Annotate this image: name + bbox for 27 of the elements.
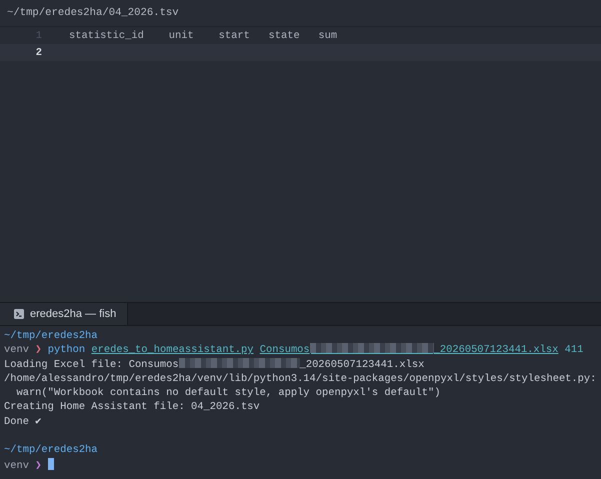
output-text: _20260507123441.xlsx [300,358,424,371]
output-text: warn("Workbook contains no default style, apply openpyxl's default") [15,387,440,400]
output-text: Loading Excel file: Consumos [4,358,179,371]
prompt-path: ~/tmp/eredes2ha [4,330,98,342]
argument-text: _20260507123441.xlsx [434,344,558,356]
output-text: /home/alessandro/tmp/eredes2ha/venv/lib/python3.14/site-packages/openpyxl/styles/stylesheet.py: [4,372,596,385]
terminal-icon [14,309,24,319]
prompt-path: ~/tmp/eredes2ha [4,444,98,456]
file-path: ~/tmp/eredes2ha/04_2026.tsv [7,7,179,19]
terminal-tab[interactable]: eredes2ha — fish [0,303,128,325]
output-text: Done ✔ [4,416,42,428]
venv-label: venv [4,344,29,356]
argument-text: eredes_to_homeassistant.py [91,344,254,356]
argument-text: 411 [564,344,584,356]
column-header: statistic_id [69,30,144,42]
column-header: sum [318,30,338,42]
text-cursor [48,458,54,470]
argument-text: Consumos [260,344,310,356]
line-number: 2 [34,46,42,58]
column-header: state [268,30,300,42]
venv-label: venv [4,460,29,472]
column-header: start [218,30,250,42]
prompt-chevron: ❯ [35,344,42,356]
command-text: python [48,344,86,356]
prompt-chevron: ❯ [35,460,42,472]
output-text: Creating Home Assistant file: 04_2026.tsv [4,401,260,414]
column-header: unit [168,30,194,42]
